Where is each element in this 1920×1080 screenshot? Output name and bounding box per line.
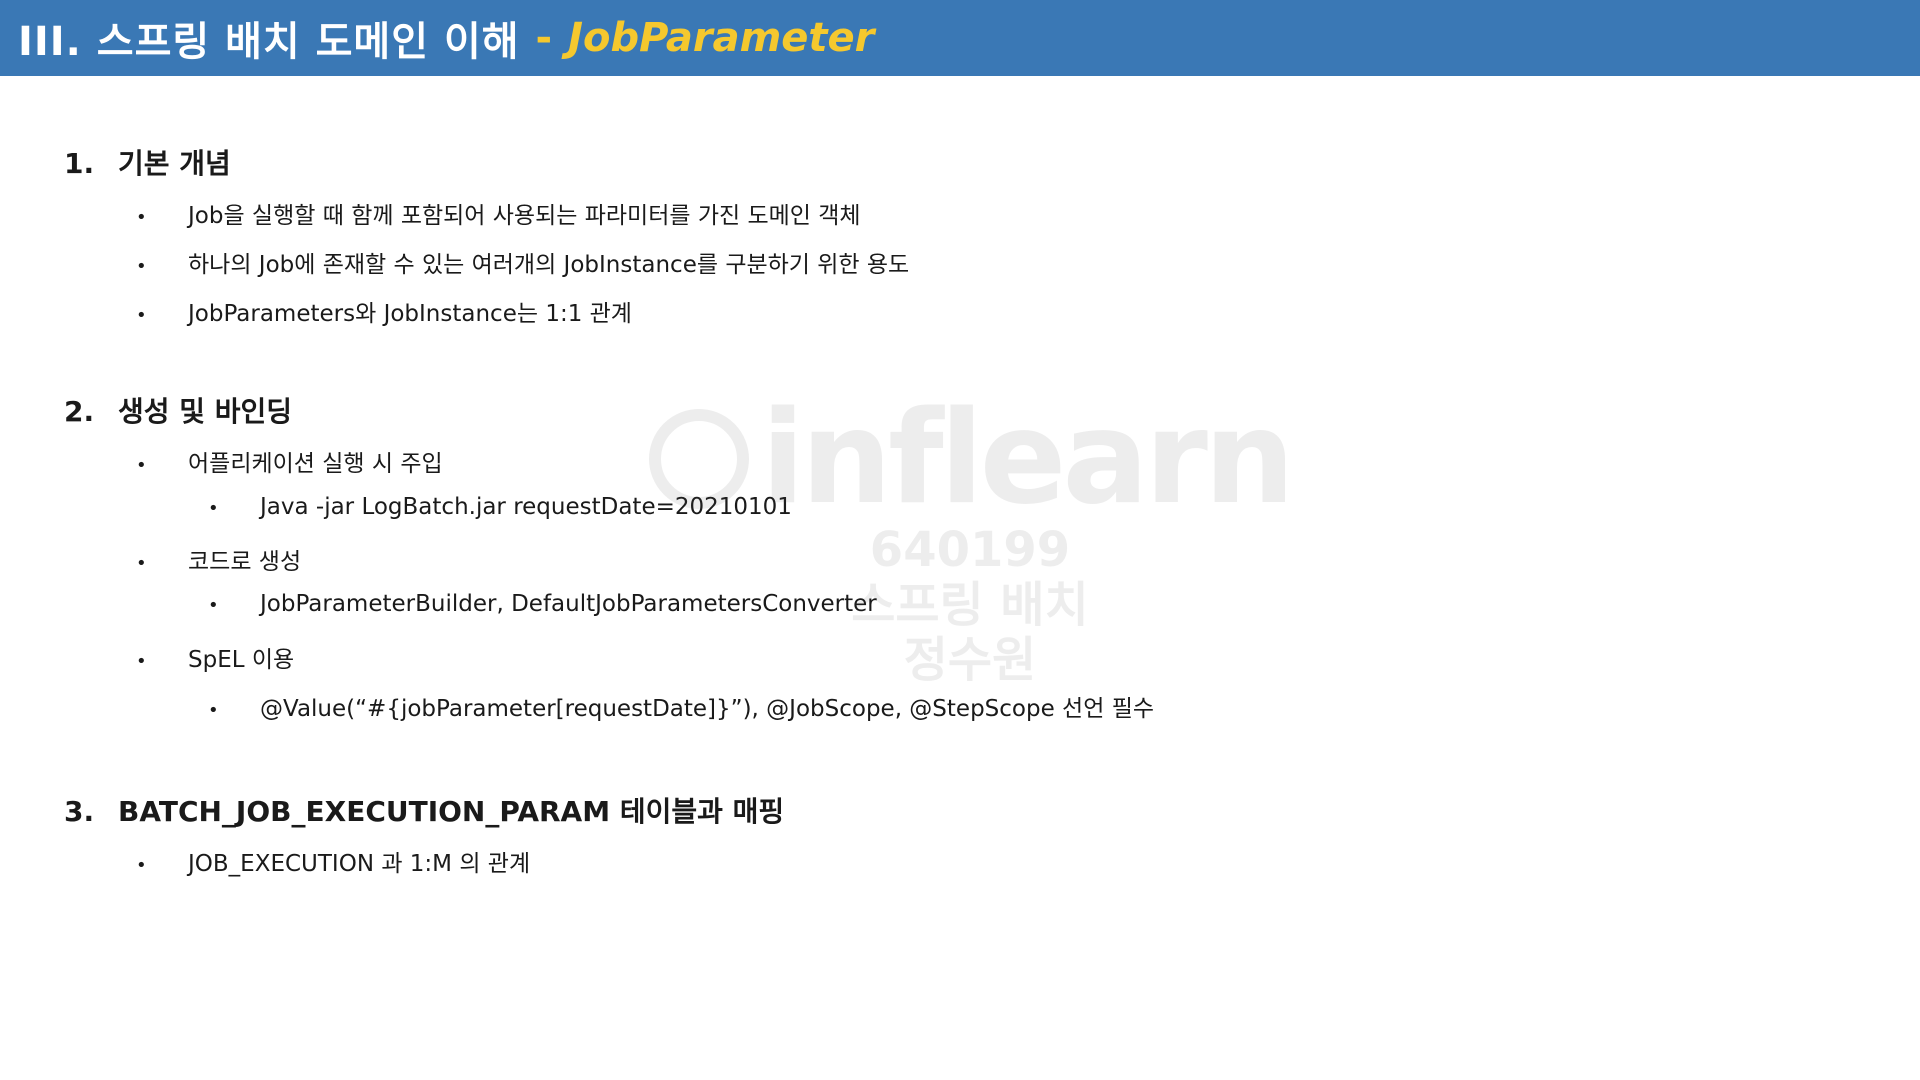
list-item-text: JOB_EXECUTION 과 1:M 의 관계 [188,851,531,877]
list-item-text: Job을 실행할 때 함께 포함되어 사용되는 파라미터를 가진 도메인 객체 [188,203,861,229]
section-3-heading: 3. BATCH_JOB_EXECUTION_PARAM 테이블과 매핑 [64,790,784,830]
sub-list-item: • JobParameterBuilder, DefaultJobParamet… [208,591,877,617]
section-title: 기본 개념 [118,147,231,180]
section-title: 생성 및 바인딩 [118,395,293,428]
bullet: • [136,207,147,228]
bullet: • [136,651,147,672]
bullet: • [136,455,147,476]
bullet: • [208,700,219,721]
bullet: • [136,553,147,574]
list-item-text: 어플리케이션 실행 시 주입 [188,451,443,477]
bullet: • [208,498,219,519]
list-item-text: JobParameters와 JobInstance는 1:1 관계 [188,301,632,327]
list-item: • JOB_EXECUTION 과 1:M 의 관계 [136,844,530,878]
list-item: • Job을 실행할 때 함께 포함되어 사용되는 파라미터를 가진 도메인 객… [136,196,861,230]
section-title: BATCH_JOB_EXECUTION_PARAM 테이블과 매핑 [118,795,785,828]
bullet: • [136,305,147,326]
bullet: • [136,855,147,876]
list-item: • SpEL 이용 [136,640,294,674]
section-1-heading: 1. 기본 개념 [64,142,231,182]
section-number: 1. [64,147,95,180]
list-item-text: 코드로 생성 [188,549,302,575]
sub-list-item-text: Java -jar LogBatch.jar requestDate=20210… [260,494,792,520]
list-item-text: 하나의 Job에 존재할 수 있는 여러개의 JobInstance를 구분하기… [188,252,910,278]
bullet: • [208,595,219,616]
sub-list-item-text: @Value(“#{jobParameter[requestDate]}”), … [260,696,1155,722]
sub-list-item: • Java -jar LogBatch.jar requestDate=202… [208,494,792,520]
watermark-line: 스프링 배치 [851,577,1089,634]
section-2-heading: 2. 생성 및 바인딩 [64,390,292,430]
list-item: • JobParameters와 JobInstance는 1:1 관계 [136,294,632,328]
list-item: • 하나의 Job에 존재할 수 있는 여러개의 JobInstance를 구분… [136,245,909,279]
watermark-logo-text: inflearn [761,384,1295,533]
list-item-text: SpEL 이용 [188,647,295,673]
watermark-line: 정수원 [903,632,1037,689]
section-number: 3. [64,795,95,828]
bullet: • [136,256,147,277]
watermark-line: 640199 [869,522,1071,578]
sub-list-item: • @Value(“#{jobParameter[requestDate]}”)… [208,689,1154,723]
list-item: • 어플리케이션 실행 시 주입 [136,444,443,478]
list-item: • 코드로 생성 [136,542,301,576]
watermark: inflearn 640199 스프링 배치 정수원 [649,384,1295,695]
slide-body: 1. 기본 개념 • Job을 실행할 때 함께 포함되어 사용되는 파라미터를… [0,0,1920,1080]
sub-list-item-text: JobParameterBuilder, DefaultJobParameter… [260,591,877,617]
section-number: 2. [64,395,95,428]
